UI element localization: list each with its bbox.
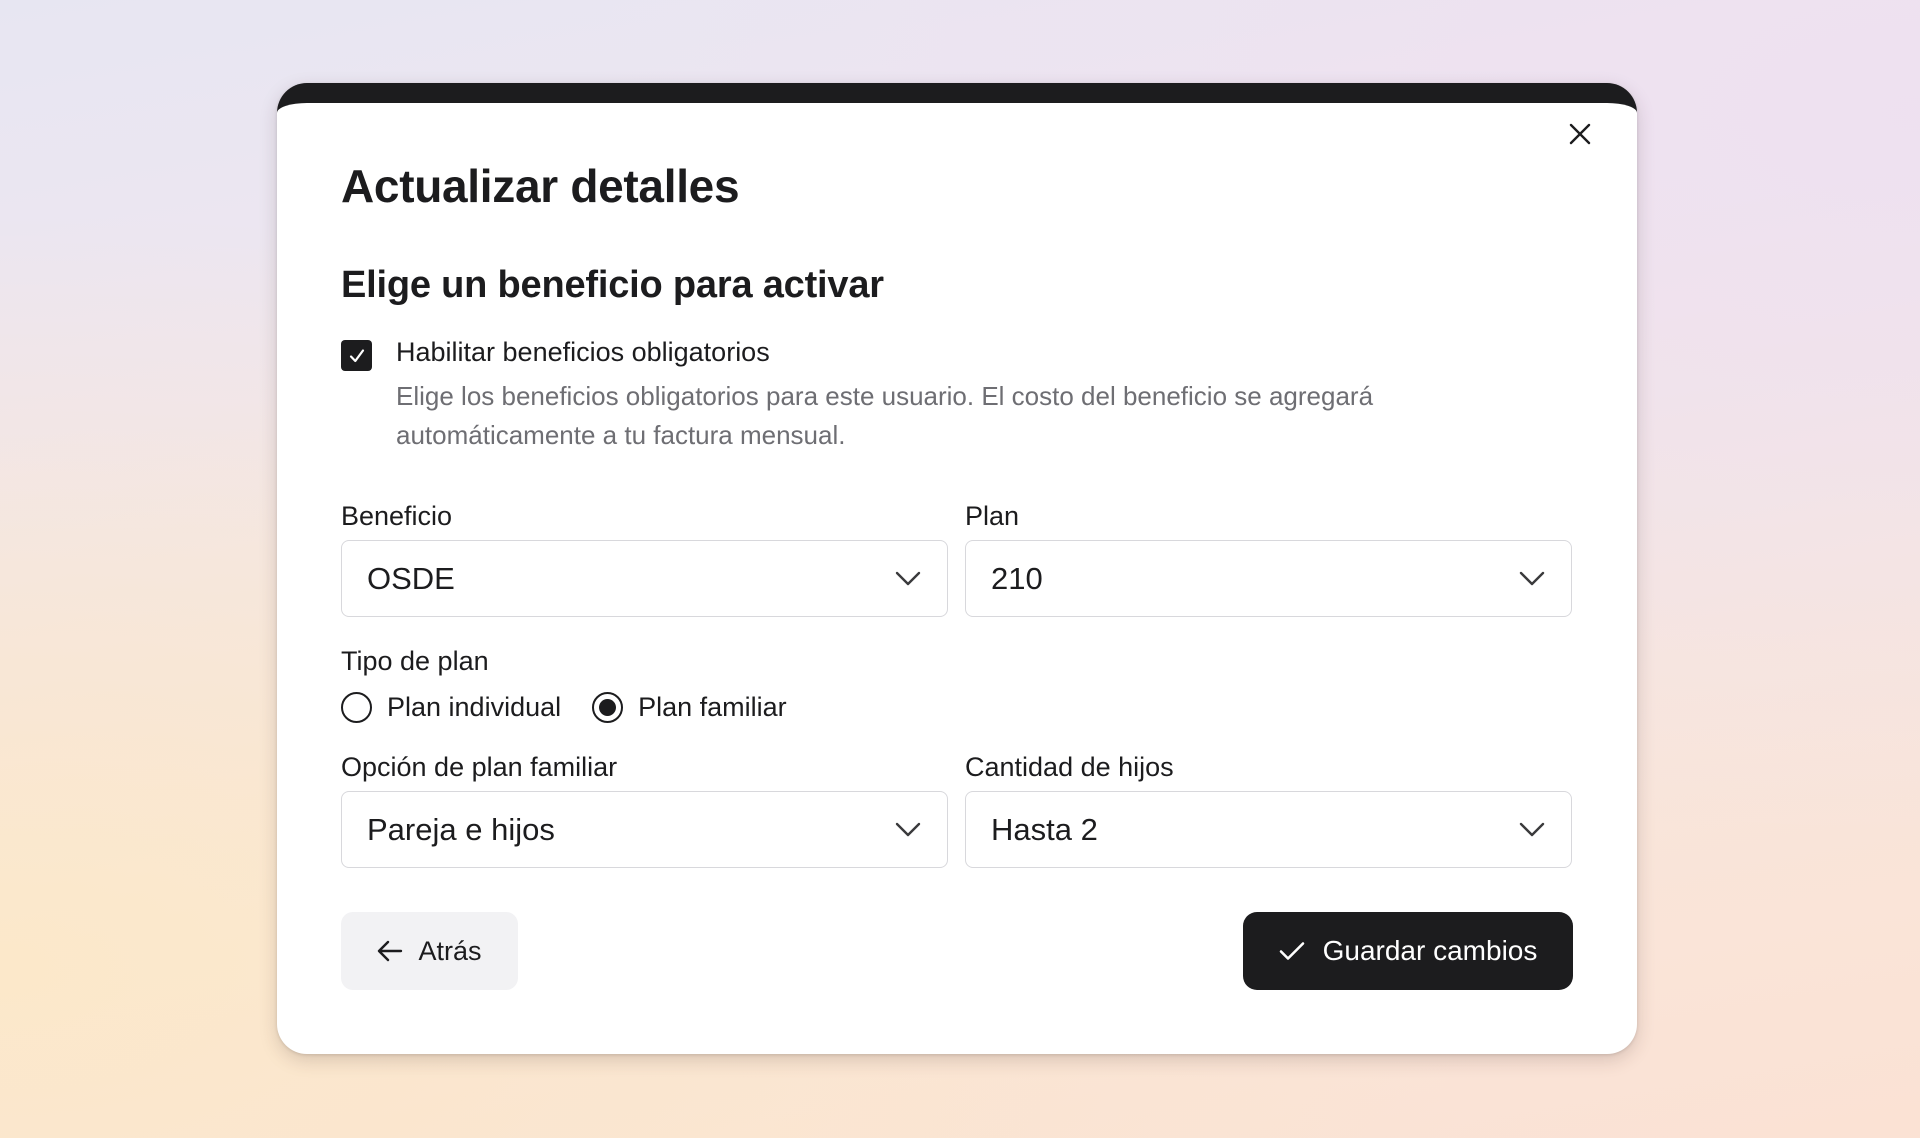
chevron-down-icon: [895, 822, 921, 836]
chevron-down-icon: [895, 571, 921, 585]
radio-button-familiar[interactable]: [592, 692, 624, 723]
chevron-down-icon: [1519, 571, 1545, 585]
back-button-label: Atrás: [418, 935, 482, 966]
radio-label-familiar: Plan familiar: [638, 692, 787, 722]
close-button[interactable]: [1563, 117, 1597, 151]
section-title: Elige un beneficio para activar: [341, 264, 884, 306]
save-changes-label: Guardar cambios: [1322, 935, 1538, 966]
children-count-label: Cantidad de hijos: [965, 752, 1174, 782]
family-option-select[interactable]: Pareja e hijos: [341, 791, 948, 868]
arrow-left-icon: [378, 940, 403, 962]
children-count-select[interactable]: Hasta 2: [965, 791, 1572, 868]
family-option-label: Opción de plan familiar: [341, 752, 618, 782]
mandatory-benefits-checkbox[interactable]: [341, 340, 372, 371]
radio-button-individual[interactable]: [341, 692, 372, 723]
benefit-select[interactable]: OSDE: [341, 540, 948, 617]
plan-type-label: Tipo de plan: [341, 646, 489, 676]
chevron-down-icon: [1519, 822, 1545, 836]
benefit-select-value: OSDE: [367, 560, 455, 596]
benefit-label: Beneficio: [341, 501, 453, 531]
plan-select-value: 210: [991, 560, 1043, 596]
save-changes-button[interactable]: Guardar cambios: [1243, 912, 1573, 990]
plan-label: Plan: [965, 501, 1020, 531]
radio-selected-dot: [599, 699, 617, 716]
plan-type-radio-group: Plan individual Plan familiar: [341, 692, 787, 723]
check-icon: [1279, 942, 1304, 960]
radio-label-individual: Plan individual: [387, 692, 562, 722]
update-details-dialog: Actualizar detalles Elige un beneficio p…: [277, 83, 1637, 1054]
checkmark-icon: [349, 348, 364, 362]
radio-plan-individual[interactable]: Plan individual: [341, 692, 561, 723]
dialog-title: Actualizar detalles: [341, 160, 740, 212]
children-count-select-value: Hasta 2: [991, 811, 1098, 847]
back-button[interactable]: Atrás: [341, 912, 518, 990]
mandatory-benefits-label[interactable]: Habilitar beneficios obligatorios: [396, 337, 770, 368]
plan-select[interactable]: 210: [965, 540, 1572, 617]
family-option-select-value: Pareja e hijos: [367, 811, 555, 847]
mandatory-benefits-description: Elige los beneficios obligatorios para e…: [396, 381, 1374, 450]
radio-plan-familiar[interactable]: Plan familiar: [592, 692, 787, 723]
close-icon: [1569, 123, 1591, 145]
